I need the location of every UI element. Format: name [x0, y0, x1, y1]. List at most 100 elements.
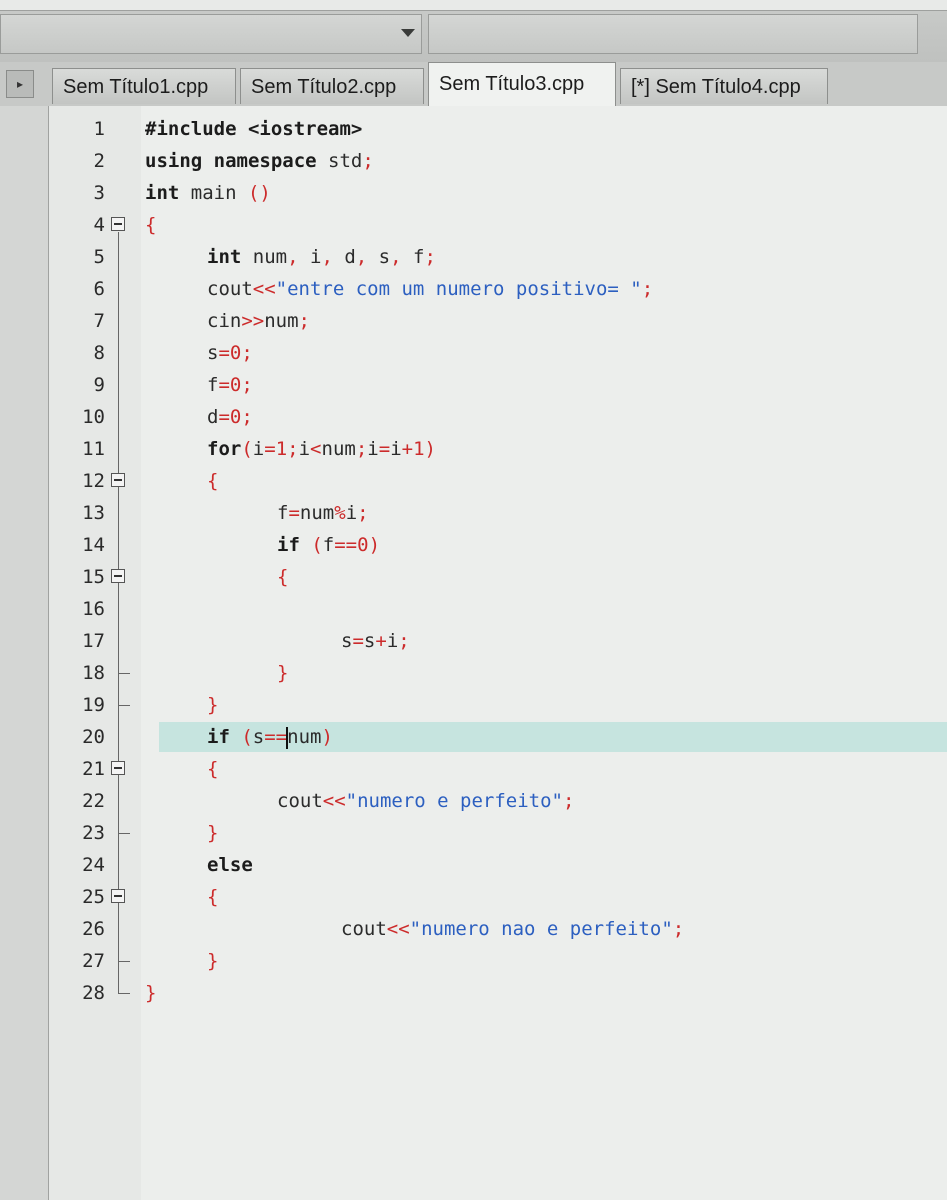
code-line[interactable]: 7 cin>>num;: [49, 306, 947, 336]
code-line[interactable]: 11 for(i=1;i<num;i=i+1): [49, 434, 947, 464]
code-token: =: [352, 630, 364, 652]
code-text[interactable]: s=0;: [207, 338, 253, 368]
tab-sem-titulo3[interactable]: Sem Título3.cpp: [428, 62, 616, 106]
code-text[interactable]: }: [277, 658, 288, 688]
code-text[interactable]: int main (): [145, 178, 271, 208]
code-line[interactable]: 17 s=s+i;: [49, 626, 947, 656]
line-number: 12: [82, 470, 105, 492]
collapse-block-icon[interactable]: [111, 569, 125, 583]
chevron-down-icon[interactable]: [401, 29, 415, 37]
code-text[interactable]: {: [277, 562, 288, 592]
code-line[interactable]: 16: [49, 594, 947, 624]
code-text[interactable]: }: [207, 818, 218, 848]
line-number: 3: [93, 182, 105, 204]
code-editor[interactable]: 1 #include <iostream> 2 using namespace std…: [48, 106, 947, 1200]
fold-end-marker: [118, 818, 130, 834]
code-line[interactable]: 24 else: [49, 850, 947, 880]
code-text[interactable]: f=num%i;: [277, 498, 369, 528]
code-token: <: [310, 438, 322, 460]
line-number: 6: [93, 278, 105, 300]
code-line[interactable]: 19}: [49, 690, 947, 720]
collapse-block-icon[interactable]: [111, 217, 125, 231]
line-number: 9: [93, 374, 105, 396]
code-token: >>: [241, 310, 265, 332]
code-token: ,: [287, 246, 310, 268]
code-text[interactable]: cout<<"entre com um numero positivo= ";: [207, 274, 653, 304]
code-line[interactable]: 26 cout<<"numero nao e perfeito";: [49, 914, 947, 944]
code-line[interactable]: 23}: [49, 818, 947, 848]
code-text[interactable]: d=0;: [207, 402, 253, 432]
code-text[interactable]: {: [207, 466, 218, 496]
code-line[interactable]: 5 int num, i, d, s, f;: [49, 242, 947, 272]
code-line[interactable]: 25 {: [49, 882, 947, 912]
code-token: ;: [357, 502, 369, 524]
fold-end-marker: [118, 946, 130, 962]
code-line[interactable]: 18}: [49, 658, 947, 688]
code-text[interactable]: {: [207, 882, 218, 912]
collapse-block-icon[interactable]: [111, 889, 125, 903]
code-line[interactable]: 6 cout<<"entre com um numero positivo= ";: [49, 274, 947, 304]
code-line[interactable]: 21 {: [49, 754, 947, 784]
code-token: ;: [355, 438, 368, 460]
code-token: f: [277, 502, 289, 524]
code-text[interactable]: #include <iostream>: [145, 114, 362, 144]
code-line[interactable]: 10 d=0;: [49, 402, 947, 432]
tab-sem-titulo4[interactable]: [*] Sem Título4.cpp: [620, 68, 828, 104]
code-line[interactable]: 20 if (s==num): [49, 722, 947, 752]
code-text[interactable]: for(i=1;i<num;i=i+1): [207, 434, 436, 464]
tab-label: Sem Título1.cpp: [63, 76, 209, 98]
member-selector-dropdown[interactable]: [428, 14, 918, 54]
code-text[interactable]: int num, i, d, s, f;: [207, 242, 436, 272]
code-token: int: [207, 246, 253, 268]
code-line[interactable]: 28}: [49, 978, 947, 1008]
code-text[interactable]: {: [145, 210, 156, 240]
code-text[interactable]: cout<<"numero e perfeito";: [277, 786, 574, 816]
code-text[interactable]: }: [207, 946, 218, 976]
code-token: num: [299, 502, 335, 524]
code-text[interactable]: if (s==num): [207, 722, 333, 752]
line-number: 19: [82, 694, 105, 716]
code-text[interactable]: if (f==0): [277, 530, 380, 560]
line-number: 4: [93, 214, 105, 236]
code-token: {: [207, 470, 219, 492]
code-line[interactable]: 15 {: [49, 562, 947, 592]
toolbar: [0, 0, 947, 63]
code-line[interactable]: 1 #include <iostream>: [49, 114, 947, 144]
code-token: ;: [241, 342, 253, 364]
collapse-block-icon[interactable]: [111, 761, 125, 775]
code-text[interactable]: cin>>num;: [207, 306, 310, 336]
code-line[interactable]: 12 {: [49, 466, 947, 496]
code-line[interactable]: 9 f=0;: [49, 370, 947, 400]
editor-tab-bar: ▸ Sem Título1.cpp Sem Título2.cpp Sem Tí…: [0, 62, 947, 107]
code-token: 0: [229, 342, 242, 364]
line-number: 20: [82, 726, 105, 748]
tab-sem-titulo1[interactable]: Sem Título1.cpp: [52, 68, 236, 104]
code-token: ;: [362, 150, 374, 172]
code-line[interactable]: 13 f=num%i;: [49, 498, 947, 528]
code-text[interactable]: {: [207, 754, 218, 784]
code-token: =: [378, 438, 391, 460]
code-text[interactable]: f=0;: [207, 370, 253, 400]
code-line[interactable]: 3 int main (): [49, 178, 947, 208]
collapse-block-icon[interactable]: [111, 473, 125, 487]
class-selector-dropdown[interactable]: [0, 14, 422, 54]
code-line[interactable]: 8 s=0;: [49, 338, 947, 368]
code-text[interactable]: cout<<"numero nao e perfeito";: [341, 914, 684, 944]
triangle-right-icon: ▸: [16, 77, 24, 91]
code-token: ;: [424, 246, 436, 268]
code-text[interactable]: }: [145, 978, 156, 1008]
code-text[interactable]: }: [207, 690, 218, 720]
code-line[interactable]: 27}: [49, 946, 947, 976]
code-line[interactable]: 14 if (f==0): [49, 530, 947, 560]
tab-scroll-button[interactable]: ▸: [6, 70, 34, 98]
code-line[interactable]: 22 cout<<"numero e perfeito";: [49, 786, 947, 816]
code-line[interactable]: 4{: [49, 210, 947, 240]
code-text[interactable]: using namespace std;: [145, 146, 374, 176]
code-line[interactable]: 2 using namespace std;: [49, 146, 947, 176]
code-text[interactable]: else: [207, 850, 253, 880]
ide-window: ▸ Sem Título1.cpp Sem Título2.cpp Sem Tí…: [0, 0, 947, 1200]
code-token: 0: [229, 406, 242, 428]
tab-sem-titulo2[interactable]: Sem Título2.cpp: [240, 68, 424, 104]
code-token: ,: [390, 246, 414, 268]
code-text[interactable]: s=s+i;: [341, 626, 410, 656]
